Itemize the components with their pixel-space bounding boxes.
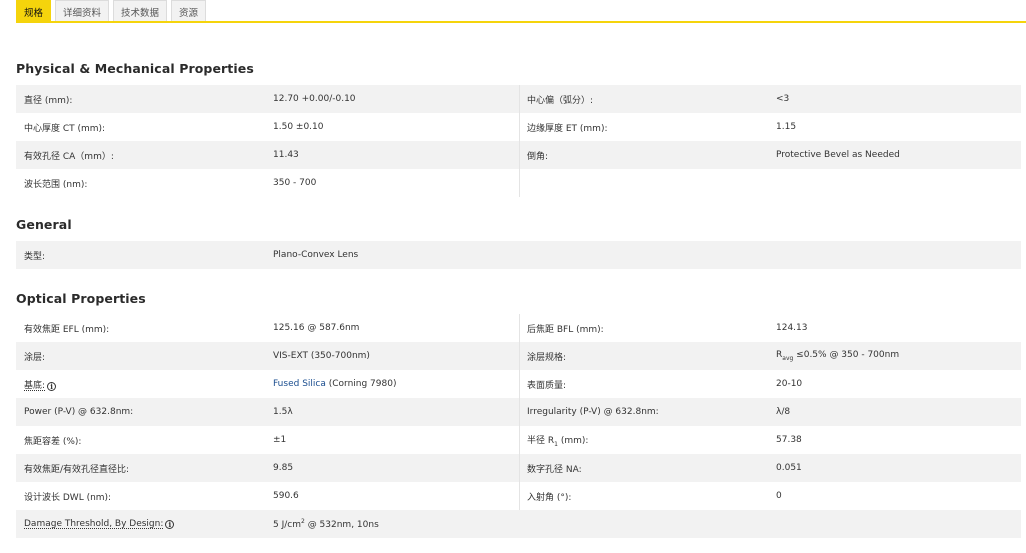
spec-label: Power (P-V) @ 632.8nm: [24, 407, 134, 417]
fused-silica-link[interactable]: Fused Silica [273, 379, 326, 389]
spec-value: 125.16 @ 587.6nm [273, 323, 360, 333]
column-divider [519, 370, 520, 398]
column-divider [519, 85, 520, 113]
table-row: 基底: i Fused Silica (Corning 7980) 表面质量: 2… [16, 370, 1021, 398]
spec-value: 5 J/cm2 @ 532nm, 10ns [273, 518, 379, 530]
column-divider [519, 141, 520, 169]
damage-threshold-label[interactable]: Damage Threshold, By Design: [24, 519, 163, 529]
spec-label: 边缘厚度 ET (mm): [527, 123, 608, 134]
spec-value: 1.50 ±0.10 [273, 122, 324, 132]
tab-specs[interactable]: 规格 [16, 0, 52, 22]
spec-label-part: (mm): [557, 435, 589, 446]
spec-value: 11.43 [273, 150, 299, 160]
spec-value: 0.051 [776, 463, 802, 473]
spec-label: 涂层规格: [527, 352, 567, 363]
spec-value: 350 - 700 [273, 178, 317, 188]
table-row: 直径 (mm): 12.70 +0.00/-0.10 中心偏（弧分）: <3 [16, 85, 1021, 113]
table-row: 有效焦距/有效孔径直径比: 9.85 数字孔径 NA: 0.051 [16, 454, 1021, 482]
table-row: 中心厚度 CT (mm): 1.50 ±0.10 边缘厚度 ET (mm): 1… [16, 113, 1021, 141]
info-circle-icon[interactable]: i [47, 381, 57, 391]
table-row: 有效焦距 EFL (mm): 125.16 @ 587.6nm 后焦距 BFL … [16, 314, 1021, 342]
table-row: 焦距容差 (%): ±1 半径 R1 (mm): 57.38 [16, 426, 1021, 454]
spec-value: Ravg ≤0.5% @ 350 - 700nm [776, 350, 899, 362]
column-divider [519, 314, 520, 342]
spec-label: 中心厚度 CT (mm): [24, 123, 106, 134]
tab-bar: 规格 详细资料 技术数据 资源 [16, 0, 207, 23]
spec-label: Damage Threshold, By Design: i [24, 519, 175, 529]
spec-value: Plano-Convex Lens [273, 250, 359, 260]
column-divider [519, 482, 520, 510]
spec-label: 有效焦距/有效孔径直径比: [24, 464, 130, 475]
spec-value-part: (Corning 7980) [325, 379, 397, 389]
spec-label: 中心偏（弧分）: [527, 95, 594, 106]
column-divider [519, 398, 520, 426]
spec-label: 焦距容差 (%): [24, 436, 82, 447]
tab-resources[interactable]: 资源 [171, 0, 207, 22]
spec-value: 124.13 [776, 323, 808, 333]
info-circle-icon[interactable]: i [165, 520, 175, 529]
spec-value-part: 5 J/cm [273, 520, 301, 530]
spec-value-part: @ 532nm, 10ns [304, 520, 379, 530]
table-row: 设计波长 DWL (nm): 590.6 入射角 (°): 0 [16, 482, 1021, 510]
spec-label: 波长范围 (nm): [24, 179, 88, 190]
spec-label: 直径 (mm): [24, 95, 73, 106]
spec-label: 倒角: [527, 151, 549, 162]
spec-value: 0 [776, 491, 782, 501]
spec-value: <3 [776, 94, 790, 104]
substrate-label[interactable]: 基底: [24, 381, 45, 391]
spec-value: λ/8 [776, 407, 791, 417]
column-divider [519, 426, 520, 454]
table-row: 有效孔径 CA（mm）: 11.43 倒角: Protective Bevel … [16, 141, 1021, 169]
spec-value-subscript: avg [782, 354, 794, 362]
table-row: 类型: Plano-Convex Lens [16, 241, 1021, 269]
column-divider [519, 169, 520, 197]
general-table: 类型: Plano-Convex Lens [16, 241, 1021, 269]
spec-label: 后焦距 BFL (mm): [527, 324, 604, 335]
section-title-physical: Physical & Mechanical Properties [16, 61, 254, 76]
column-divider [519, 113, 520, 141]
tab-tech-data[interactable]: 技术数据 [113, 0, 168, 22]
spec-label: 数字孔径 NA: [527, 464, 582, 475]
tab-details[interactable]: 详细资料 [55, 0, 110, 22]
spec-value: ±1 [273, 435, 287, 445]
column-divider [519, 342, 520, 370]
spec-label: 有效孔径 CA（mm）: [24, 151, 114, 162]
spec-value: 12.70 +0.00/-0.10 [273, 94, 356, 104]
spec-label-part: 半径 R [527, 435, 555, 446]
spec-value: 590.6 [273, 491, 299, 501]
table-row: Damage Threshold, By Design: i 5 J/cm2 @ … [16, 510, 1021, 538]
spec-value: 20-10 [776, 379, 803, 389]
spec-value: VIS-EXT (350-700nm) [273, 351, 370, 361]
spec-label: 设计波长 DWL (nm): [24, 492, 112, 503]
spec-value: 57.38 [776, 435, 802, 445]
spec-value: 1.5λ [273, 407, 293, 417]
spec-label: 表面质量: [527, 380, 567, 391]
optical-table: 有效焦距 EFL (mm): 125.16 @ 587.6nm 后焦距 BFL … [16, 314, 1021, 538]
table-row: 涂层: VIS-EXT (350-700nm) 涂层规格: Ravg ≤0.5%… [16, 342, 1021, 370]
spec-label: 入射角 (°): [527, 492, 572, 503]
spec-label: 类型: [24, 251, 46, 262]
spec-value-part: ≤0.5% @ 350 - 700nm [793, 350, 900, 361]
spec-label: 有效焦距 EFL (mm): [24, 324, 110, 335]
physical-table: 直径 (mm): 12.70 +0.00/-0.10 中心偏（弧分）: <3 中… [16, 85, 1021, 197]
table-row: 波长范围 (nm): 350 - 700 [16, 169, 1021, 197]
spec-label: 涂层: [24, 352, 46, 363]
section-title-optical: Optical Properties [16, 291, 146, 306]
spec-label: 基底: i [24, 378, 57, 391]
spec-value: Protective Bevel as Needed [776, 150, 900, 160]
column-divider [519, 454, 520, 482]
table-row: Power (P-V) @ 632.8nm: 1.5λ Irregularity… [16, 398, 1021, 426]
spec-value: 9.85 [273, 463, 294, 473]
spec-value: Fused Silica (Corning 7980) [273, 379, 396, 389]
spec-value: 1.15 [776, 122, 797, 132]
spec-label: Irregularity (P-V) @ 632.8nm: [527, 407, 659, 417]
tab-underline [16, 21, 1026, 23]
section-title-general: General [16, 217, 72, 232]
spec-label: 半径 R1 (mm): [527, 433, 588, 448]
